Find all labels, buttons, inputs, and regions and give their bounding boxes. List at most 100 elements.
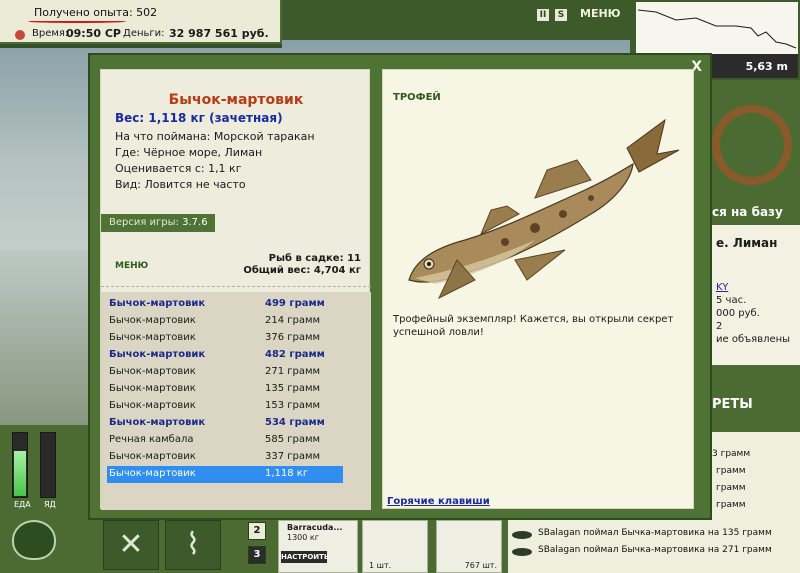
fish-location: Где: Чёрное море, Лиман bbox=[115, 146, 263, 159]
catch-list-row[interactable]: Бычок-мартовик 337 грамм bbox=[107, 449, 343, 466]
game-version: Версия игры: 3.7.6 bbox=[101, 214, 215, 232]
catch-fish-weight: 214 грамм bbox=[265, 315, 321, 326]
money-value: 32 987 561 руб. bbox=[169, 27, 269, 40]
catch-list-row[interactable]: Бычок-мартовик 499 грамм bbox=[107, 296, 343, 313]
info-line[interactable]: KY bbox=[716, 282, 728, 293]
fish-icon bbox=[512, 548, 532, 556]
catch-fish-name: Бычок-мартовик bbox=[109, 298, 206, 309]
depth-profile-icon bbox=[637, 9, 797, 49]
trophy-description: Трофейный экземпляр! Кажется, вы открыли… bbox=[393, 314, 674, 338]
sound-button[interactable]: S bbox=[555, 9, 567, 21]
food-pot-icon[interactable] bbox=[12, 520, 56, 560]
info-line: 2 bbox=[716, 321, 723, 332]
food-label: ЕДА bbox=[14, 500, 31, 509]
fish-bait: На что поймана: Морской таракан bbox=[115, 130, 315, 143]
catch-fish-weight: 153 грамм bbox=[265, 400, 321, 411]
setup-rod-button[interactable]: НАСТРОИТЬ bbox=[281, 551, 329, 563]
money-label: Деньги: bbox=[123, 28, 165, 39]
catch-list-row[interactable]: Речная камбала 585 грамм bbox=[107, 432, 343, 449]
goby-fish-image bbox=[408, 118, 680, 300]
chat-line: грамм bbox=[716, 466, 746, 476]
catch-fish-name: Речная камбала bbox=[109, 434, 194, 445]
secrets-button[interactable]: РЕТЫ bbox=[712, 397, 753, 412]
catch-fish-name: Бычок-мартовик bbox=[109, 366, 196, 377]
catch-list-row[interactable]: Бычок-мартовик 534 грамм bbox=[107, 415, 343, 432]
depth-value: 5,63 m bbox=[745, 60, 788, 73]
tackle-count: 1 шт. bbox=[369, 561, 392, 570]
fish-hook-icon[interactable]: ⌇ bbox=[165, 520, 221, 570]
status-panel: Получено опыта: 502 Время: 09:50 СР День… bbox=[0, 0, 282, 44]
pause-button[interactable]: II bbox=[537, 9, 549, 21]
poison-meter bbox=[40, 432, 56, 498]
catch-fish-weight: 1,118 кг bbox=[265, 468, 309, 479]
fish-species-rarity: Вид: Ловится не часто bbox=[115, 178, 246, 191]
time-label: Время: bbox=[32, 28, 69, 39]
catch-fish-weight: 271 грамм bbox=[265, 366, 321, 377]
rod-slot-3-button[interactable]: 3 bbox=[248, 546, 266, 564]
hotkeys-link[interactable]: Горячие клавиши bbox=[387, 496, 490, 507]
catch-list-row[interactable]: Бычок-мартовик 271 грамм bbox=[107, 364, 343, 381]
info-line: 5 час. bbox=[716, 295, 747, 306]
fish-info-dialog: X Бычок-мартовик Вес: 1,118 кг (зачетная… bbox=[88, 53, 712, 520]
section-divider bbox=[101, 286, 371, 287]
fish-title: Бычок-мартовик bbox=[168, 92, 304, 108]
food-meter-fill bbox=[14, 451, 26, 496]
catch-fish-name: Бычок-мартовик bbox=[109, 315, 196, 326]
catch-list-row[interactable]: Бычок-мартовик 376 грамм bbox=[107, 330, 343, 347]
catch-fish-weight: 534 грамм bbox=[265, 417, 325, 428]
tackle-slot[interactable]: 1 шт. bbox=[362, 520, 428, 573]
catch-list-row[interactable]: Бычок-мартовик 153 грамм bbox=[107, 398, 343, 415]
trophy-label: ТРОФЕЙ bbox=[393, 92, 441, 103]
chat-line: 3 грамм bbox=[712, 449, 751, 459]
status-divider bbox=[0, 44, 282, 48]
catch-list-row[interactable]: Бычок-мартовик 1,118 кг bbox=[107, 466, 343, 483]
trophy-pane: ТРОФЕЙ Трофейный экземпляр! Кажется, вы bbox=[382, 69, 694, 509]
chat-line: SBalagan поймал Бычка-мартовика на 271 г… bbox=[538, 545, 772, 555]
catch-list-row[interactable]: Бычок-мартовик 482 грамм bbox=[107, 347, 343, 364]
catch-list-row[interactable]: Бычок-мартовик 135 грамм bbox=[107, 381, 343, 398]
fish-valued-from: Оценивается с: 1,1 кг bbox=[115, 162, 242, 175]
catch-fish-weight: 337 грамм bbox=[265, 451, 321, 462]
clock-icon bbox=[15, 30, 25, 40]
version-value: 3.7.6 bbox=[182, 217, 208, 228]
location-name: е. Лиман bbox=[716, 236, 778, 250]
chat-line: грамм bbox=[716, 483, 746, 493]
info-line: ие объявлены bbox=[716, 334, 791, 345]
catch-fish-weight: 135 грамм bbox=[265, 383, 321, 394]
dialog-menu-link[interactable]: МЕНЮ bbox=[115, 261, 148, 271]
fish-icon bbox=[512, 531, 532, 539]
poison-label: ЯД bbox=[44, 500, 56, 509]
catch-list-row[interactable]: Бычок-мартовик 214 грамм bbox=[107, 313, 343, 330]
fish-details-pane: Бычок-мартовик Вес: 1,118 кг (зачетная) … bbox=[100, 69, 371, 510]
experience-text: Получено опыта: 502 bbox=[34, 6, 158, 19]
chat-line: SBalagan поймал Бычка-мартовика на 135 г… bbox=[538, 528, 772, 538]
catch-list: Бычок-мартовик 499 грамм Бычок-мартовик 214… bbox=[101, 292, 371, 510]
version-label: Версия игры: bbox=[109, 217, 179, 228]
rod-name: Barracuda... bbox=[287, 523, 343, 532]
keepnet-count: Рыб в садке: 11 bbox=[268, 253, 361, 264]
ship-wheel-icon[interactable] bbox=[712, 105, 792, 185]
catch-fish-name: Бычок-мартовик bbox=[109, 400, 196, 411]
catch-fish-name: Бычок-мартовик bbox=[109, 383, 196, 394]
catch-fish-name: Бычок-мартовик bbox=[109, 332, 196, 343]
catch-fish-name: Бычок-мартовик bbox=[109, 349, 206, 360]
bait-count: 767 шт. bbox=[464, 561, 497, 570]
bait-slot[interactable]: 767 шт. bbox=[436, 520, 502, 573]
info-line: 000 руб. bbox=[716, 308, 760, 319]
catch-fish-weight: 499 грамм bbox=[265, 298, 325, 309]
main-menu-button[interactable]: МЕНЮ bbox=[580, 7, 621, 20]
chat-line: грамм bbox=[716, 500, 746, 510]
utensils-icon[interactable]: ✕ bbox=[103, 520, 159, 570]
catch-fish-weight: 585 грамм bbox=[265, 434, 321, 445]
rod-slot-2-button[interactable]: 2 bbox=[248, 522, 266, 540]
rod-weight: 1300 кг bbox=[287, 533, 319, 542]
catch-fish-name: Бычок-мартовик bbox=[109, 468, 196, 479]
experience-underline bbox=[28, 20, 126, 23]
catch-fish-weight: 376 грамм bbox=[265, 332, 321, 343]
food-meter bbox=[12, 432, 28, 498]
fish-weight: Вес: 1,118 кг (зачетная) bbox=[115, 111, 283, 125]
catch-fish-name: Бычок-мартовик bbox=[109, 451, 196, 462]
catch-fish-weight: 482 грамм bbox=[265, 349, 325, 360]
go-to-base-button[interactable]: ся на базу bbox=[712, 205, 783, 219]
keepnet-total-weight: Общий вес: 4,704 кг bbox=[243, 265, 361, 276]
